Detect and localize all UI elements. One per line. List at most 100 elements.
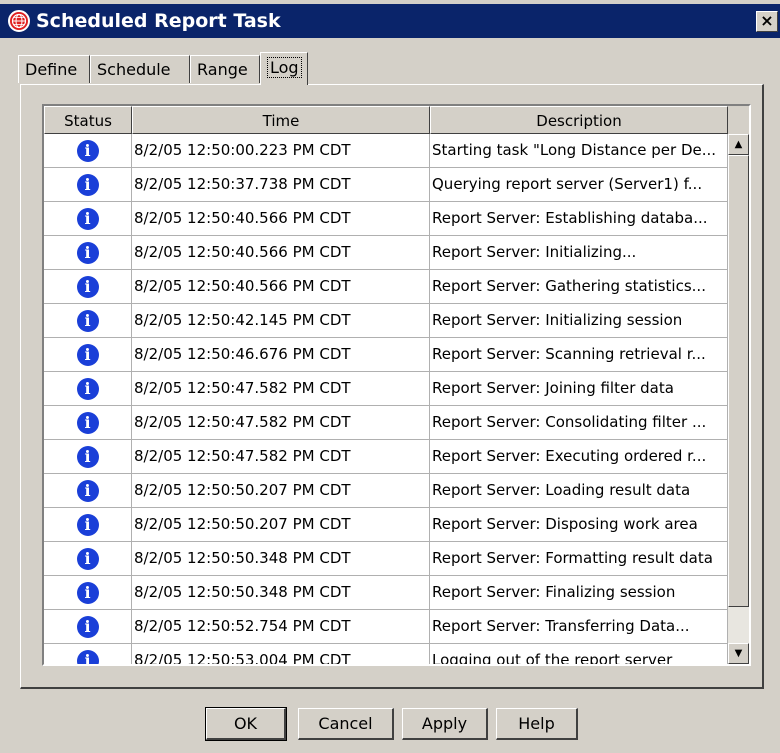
time-cell: 8/2/05 12:50:40.566 PM CDT <box>132 202 430 236</box>
scroll-thumb[interactable] <box>728 155 749 607</box>
app-globe-icon <box>8 10 30 32</box>
table-row[interactable]: i 8/2/05 12:50:00.223 PM CDT Starting task… <box>44 134 728 168</box>
info-icon: i <box>76 513 99 536</box>
status-cell: i <box>44 440 132 474</box>
info-icon: i <box>76 411 99 434</box>
table-row[interactable]: i 8/2/05 12:50:42.145 PM CDT Report Server… <box>44 304 728 338</box>
table-row[interactable]: i 8/2/05 12:50:47.582 PM CDT Report Server… <box>44 440 728 474</box>
help-button[interactable]: Help <box>496 708 578 740</box>
vertical-scrollbar[interactable]: ▲ ▼ <box>728 134 749 664</box>
description-cell: Report Server: Finalizing session <box>430 576 728 610</box>
time-cell: 8/2/05 12:50:42.145 PM CDT <box>132 304 430 338</box>
status-cell: i <box>44 236 132 270</box>
time-cell: 8/2/05 12:50:40.566 PM CDT <box>132 236 430 270</box>
window-title: Scheduled Report Task <box>36 10 281 32</box>
time-cell: 8/2/05 12:50:47.582 PM CDT <box>132 372 430 406</box>
log-table: Status Time Description i 8/2/05 12:50:00… <box>42 104 751 666</box>
info-icon: i <box>76 309 99 332</box>
description-cell: Report Server: Transferring Data... <box>430 610 728 644</box>
close-button[interactable]: × <box>756 11 778 32</box>
table-row[interactable]: i 8/2/05 12:50:50.348 PM CDT Report Server… <box>44 542 728 576</box>
description-cell: Report Server: Loading result data <box>430 474 728 508</box>
status-cell: i <box>44 644 132 664</box>
column-header-status[interactable]: Status <box>44 106 132 134</box>
table-row[interactable]: i 8/2/05 12:50:47.582 PM CDT Report Server… <box>44 406 728 440</box>
description-cell: Report Server: Consolidating filter ... <box>430 406 728 440</box>
column-header-time[interactable]: Time <box>132 106 430 134</box>
tab-label: Range <box>197 60 248 79</box>
status-cell: i <box>44 610 132 644</box>
time-cell: 8/2/05 12:50:47.582 PM CDT <box>132 440 430 474</box>
info-icon: i <box>76 343 99 366</box>
tab-schedule[interactable]: Schedule <box>90 55 190 83</box>
table-row[interactable]: i 8/2/05 12:50:50.207 PM CDT Report Server… <box>44 508 728 542</box>
description-cell: Querying report server (Server1) f... <box>430 168 728 202</box>
time-cell: 8/2/05 12:50:46.676 PM CDT <box>132 338 430 372</box>
time-cell: 8/2/05 12:50:40.566 PM CDT <box>132 270 430 304</box>
info-icon: i <box>76 139 99 162</box>
info-icon: i <box>76 445 99 468</box>
status-cell: i <box>44 304 132 338</box>
table-row[interactable]: i 8/2/05 12:50:40.566 PM CDT Report Server… <box>44 270 728 304</box>
ok-button[interactable]: OK <box>205 707 287 741</box>
title-bar[interactable]: Scheduled Report Task × <box>0 4 780 38</box>
info-icon: i <box>76 207 99 230</box>
apply-button[interactable]: Apply <box>402 708 488 740</box>
description-cell: Report Server: Executing ordered r... <box>430 440 728 474</box>
status-cell: i <box>44 134 132 168</box>
column-header-description[interactable]: Description <box>430 106 728 134</box>
table-row[interactable]: i 8/2/05 12:50:40.566 PM CDT Report Server… <box>44 236 728 270</box>
description-cell: Report Server: Scanning retrieval r... <box>430 338 728 372</box>
info-icon: i <box>76 479 99 502</box>
close-icon: × <box>760 11 774 30</box>
scroll-down-button[interactable]: ▼ <box>728 643 749 664</box>
status-cell: i <box>44 202 132 236</box>
info-icon: i <box>76 649 99 664</box>
time-cell: 8/2/05 12:50:00.223 PM CDT <box>132 134 430 168</box>
tab-label: Log <box>267 57 302 78</box>
description-cell: Report Server: Establishing databa... <box>430 202 728 236</box>
table-row[interactable]: i 8/2/05 12:50:46.676 PM CDT Report Server… <box>44 338 728 372</box>
info-icon: i <box>76 547 99 570</box>
description-cell: Report Server: Initializing session <box>430 304 728 338</box>
description-cell: Report Server: Formatting result data <box>430 542 728 576</box>
table-row[interactable]: i 8/2/05 12:50:40.566 PM CDT Report Server… <box>44 202 728 236</box>
info-icon: i <box>76 615 99 638</box>
time-cell: 8/2/05 12:50:47.582 PM CDT <box>132 406 430 440</box>
table-row[interactable]: i 8/2/05 12:50:52.754 PM CDT Report Server… <box>44 610 728 644</box>
time-cell: 8/2/05 12:50:50.348 PM CDT <box>132 542 430 576</box>
status-cell: i <box>44 270 132 304</box>
info-icon: i <box>76 377 99 400</box>
arrow-up-icon: ▲ <box>734 139 743 150</box>
status-cell: i <box>44 168 132 202</box>
status-cell: i <box>44 576 132 610</box>
table-row[interactable]: i 8/2/05 12:50:37.738 PM CDT Querying repo… <box>44 168 728 202</box>
description-cell: Logging out of the report server <box>430 644 728 664</box>
tab-label: Define <box>25 60 78 79</box>
table-row[interactable]: i 8/2/05 12:50:47.582 PM CDT Report Server… <box>44 372 728 406</box>
status-cell: i <box>44 406 132 440</box>
table-row[interactable]: i 8/2/05 12:50:50.207 PM CDT Report Server… <box>44 474 728 508</box>
time-cell: 8/2/05 12:50:52.754 PM CDT <box>132 610 430 644</box>
scroll-up-button[interactable]: ▲ <box>728 134 749 155</box>
description-cell: Report Server: Gathering statistics... <box>430 270 728 304</box>
table-row[interactable]: i 8/2/05 12:50:53.004 PM CDT Logging out o… <box>44 644 728 664</box>
description-cell: Starting task "Long Distance per De... <box>430 134 728 168</box>
info-icon: i <box>76 581 99 604</box>
table-header: Status Time Description <box>44 106 728 134</box>
status-cell: i <box>44 542 132 576</box>
description-cell: Report Server: Disposing work area <box>430 508 728 542</box>
time-cell: 8/2/05 12:50:50.207 PM CDT <box>132 474 430 508</box>
status-cell: i <box>44 474 132 508</box>
arrow-down-icon: ▼ <box>734 648 743 659</box>
tab-range[interactable]: Range <box>190 55 260 83</box>
info-icon: i <box>76 241 99 264</box>
tab-define[interactable]: Define <box>18 55 90 83</box>
tab-log[interactable]: Log <box>260 52 308 85</box>
status-cell: i <box>44 372 132 406</box>
table-row[interactable]: i 8/2/05 12:50:50.348 PM CDT Report Server… <box>44 576 728 610</box>
table-body: i 8/2/05 12:50:00.223 PM CDT Starting task… <box>44 134 728 664</box>
description-cell: Report Server: Joining filter data <box>430 372 728 406</box>
cancel-button[interactable]: Cancel <box>298 708 394 740</box>
status-cell: i <box>44 338 132 372</box>
